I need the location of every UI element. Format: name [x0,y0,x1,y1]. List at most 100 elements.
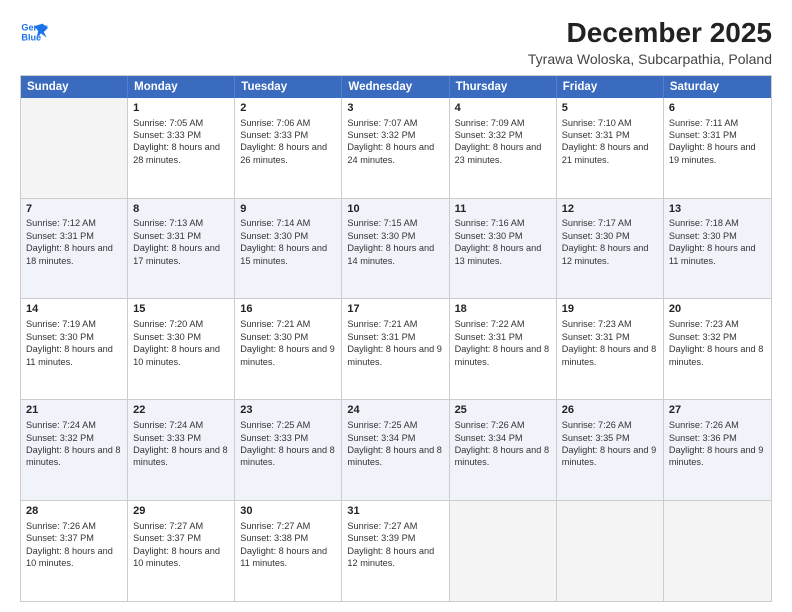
sunset-text: Sunset: 3:30 PM [26,331,122,343]
sunset-text: Sunset: 3:34 PM [455,432,551,444]
day-header-saturday: Saturday [664,76,771,98]
calendar-cell: 11Sunrise: 7:16 AMSunset: 3:30 PMDayligh… [450,199,557,299]
day-number: 9 [240,202,336,217]
sunset-text: Sunset: 3:33 PM [133,129,229,141]
daylight-text: Daylight: 8 hours and 23 minutes. [455,141,551,166]
calendar-cell: 3Sunrise: 7:07 AMSunset: 3:32 PMDaylight… [342,98,449,198]
day-number: 6 [669,101,766,116]
calendar-cell: 27Sunrise: 7:26 AMSunset: 3:36 PMDayligh… [664,400,771,500]
day-number: 19 [562,302,658,317]
sunset-text: Sunset: 3:32 PM [455,129,551,141]
calendar-cell: 6Sunrise: 7:11 AMSunset: 3:31 PMDaylight… [664,98,771,198]
sunset-text: Sunset: 3:30 PM [133,331,229,343]
calendar-cell [450,501,557,601]
daylight-text: Daylight: 8 hours and 19 minutes. [669,141,766,166]
daylight-text: Daylight: 8 hours and 9 minutes. [347,343,443,368]
day-number: 11 [455,202,551,217]
day-header-friday: Friday [557,76,664,98]
sunrise-text: Sunrise: 7:14 AM [240,217,336,229]
sunset-text: Sunset: 3:33 PM [133,432,229,444]
sunset-text: Sunset: 3:35 PM [562,432,658,444]
day-number: 15 [133,302,229,317]
calendar-week-2: 7Sunrise: 7:12 AMSunset: 3:31 PMDaylight… [21,199,771,300]
day-number: 20 [669,302,766,317]
day-header-wednesday: Wednesday [342,76,449,98]
sunset-text: Sunset: 3:32 PM [669,331,766,343]
daylight-text: Daylight: 8 hours and 9 minutes. [669,444,766,469]
daylight-text: Daylight: 8 hours and 12 minutes. [347,545,443,570]
calendar-cell [664,501,771,601]
daylight-text: Daylight: 8 hours and 8 minutes. [669,343,766,368]
calendar-cell: 30Sunrise: 7:27 AMSunset: 3:38 PMDayligh… [235,501,342,601]
subtitle: Tyrawa Woloska, Subcarpathia, Poland [528,51,772,67]
calendar-cell: 19Sunrise: 7:23 AMSunset: 3:31 PMDayligh… [557,299,664,399]
calendar-week-4: 21Sunrise: 7:24 AMSunset: 3:32 PMDayligh… [21,400,771,501]
sunset-text: Sunset: 3:31 PM [133,230,229,242]
sunset-text: Sunset: 3:31 PM [455,331,551,343]
sunrise-text: Sunrise: 7:17 AM [562,217,658,229]
daylight-text: Daylight: 8 hours and 8 minutes. [240,444,336,469]
day-number: 22 [133,403,229,418]
day-number: 10 [347,202,443,217]
daylight-text: Daylight: 8 hours and 13 minutes. [455,242,551,267]
daylight-text: Daylight: 8 hours and 10 minutes. [26,545,122,570]
calendar-cell: 15Sunrise: 7:20 AMSunset: 3:30 PMDayligh… [128,299,235,399]
day-number: 30 [240,504,336,519]
day-number: 8 [133,202,229,217]
title-block: December 2025 Tyrawa Woloska, Subcarpath… [528,18,772,67]
day-number: 25 [455,403,551,418]
daylight-text: Daylight: 8 hours and 24 minutes. [347,141,443,166]
daylight-text: Daylight: 8 hours and 8 minutes. [455,444,551,469]
sunset-text: Sunset: 3:32 PM [347,129,443,141]
sunset-text: Sunset: 3:39 PM [347,532,443,544]
daylight-text: Daylight: 8 hours and 8 minutes. [562,343,658,368]
day-number: 29 [133,504,229,519]
sunset-text: Sunset: 3:33 PM [240,129,336,141]
calendar-cell: 14Sunrise: 7:19 AMSunset: 3:30 PMDayligh… [21,299,128,399]
sunset-text: Sunset: 3:30 PM [669,230,766,242]
sunrise-text: Sunrise: 7:11 AM [669,117,766,129]
sunset-text: Sunset: 3:36 PM [669,432,766,444]
sunrise-text: Sunrise: 7:09 AM [455,117,551,129]
calendar-cell: 31Sunrise: 7:27 AMSunset: 3:39 PMDayligh… [342,501,449,601]
calendar-cell: 25Sunrise: 7:26 AMSunset: 3:34 PMDayligh… [450,400,557,500]
calendar-cell: 4Sunrise: 7:09 AMSunset: 3:32 PMDaylight… [450,98,557,198]
calendar-cell: 12Sunrise: 7:17 AMSunset: 3:30 PMDayligh… [557,199,664,299]
day-header-thursday: Thursday [450,76,557,98]
calendar-cell [557,501,664,601]
sunrise-text: Sunrise: 7:23 AM [562,318,658,330]
sunrise-text: Sunrise: 7:12 AM [26,217,122,229]
sunrise-text: Sunrise: 7:16 AM [455,217,551,229]
calendar-cell: 7Sunrise: 7:12 AMSunset: 3:31 PMDaylight… [21,199,128,299]
calendar-cell: 2Sunrise: 7:06 AMSunset: 3:33 PMDaylight… [235,98,342,198]
sunset-text: Sunset: 3:31 PM [347,331,443,343]
sunrise-text: Sunrise: 7:26 AM [562,419,658,431]
daylight-text: Daylight: 8 hours and 10 minutes. [133,545,229,570]
day-number: 16 [240,302,336,317]
day-number: 26 [562,403,658,418]
sunrise-text: Sunrise: 7:27 AM [347,520,443,532]
logo-icon: General Blue [20,18,48,46]
calendar-cell: 18Sunrise: 7:22 AMSunset: 3:31 PMDayligh… [450,299,557,399]
daylight-text: Daylight: 8 hours and 15 minutes. [240,242,336,267]
day-number: 3 [347,101,443,116]
sunset-text: Sunset: 3:37 PM [133,532,229,544]
page: General Blue December 2025 Tyrawa Wolosk… [0,0,792,612]
calendar-cell: 8Sunrise: 7:13 AMSunset: 3:31 PMDaylight… [128,199,235,299]
sunrise-text: Sunrise: 7:22 AM [455,318,551,330]
calendar-cell: 9Sunrise: 7:14 AMSunset: 3:30 PMDaylight… [235,199,342,299]
daylight-text: Daylight: 8 hours and 10 minutes. [133,343,229,368]
sunset-text: Sunset: 3:31 PM [26,230,122,242]
daylight-text: Daylight: 8 hours and 28 minutes. [133,141,229,166]
calendar-header: SundayMondayTuesdayWednesdayThursdayFrid… [21,76,771,98]
daylight-text: Daylight: 8 hours and 8 minutes. [347,444,443,469]
day-number: 14 [26,302,122,317]
daylight-text: Daylight: 8 hours and 21 minutes. [562,141,658,166]
calendar-cell: 13Sunrise: 7:18 AMSunset: 3:30 PMDayligh… [664,199,771,299]
daylight-text: Daylight: 8 hours and 11 minutes. [669,242,766,267]
sunset-text: Sunset: 3:34 PM [347,432,443,444]
day-number: 18 [455,302,551,317]
day-number: 24 [347,403,443,418]
day-number: 2 [240,101,336,116]
sunrise-text: Sunrise: 7:10 AM [562,117,658,129]
